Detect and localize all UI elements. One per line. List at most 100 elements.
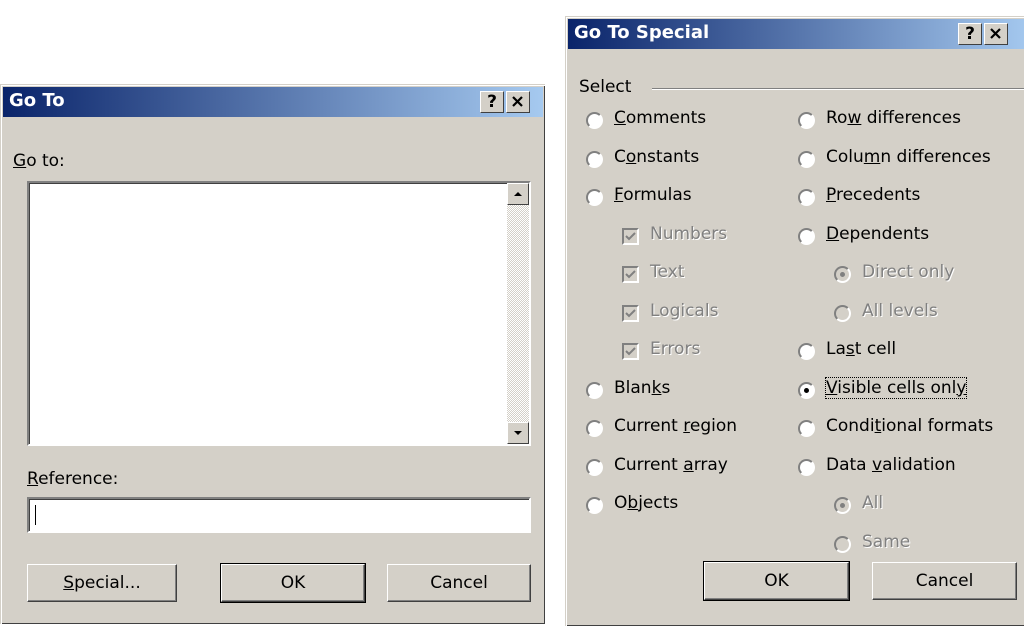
left-radio-0[interactable] xyxy=(586,112,603,129)
left-option-label-9[interactable]: Current array xyxy=(614,455,728,475)
label-part: Text xyxy=(650,262,685,282)
right-radio-8[interactable] xyxy=(798,420,815,437)
right-radio-9[interactable] xyxy=(798,458,815,476)
label-part: Ro xyxy=(826,108,848,128)
label-accel: y xyxy=(956,377,967,398)
label-accel: s xyxy=(845,339,855,359)
scroll-up-button[interactable] xyxy=(507,183,529,205)
label-part: ional formats xyxy=(881,416,994,436)
label-part: O xyxy=(614,493,628,513)
left-option-label-10[interactable]: Objects xyxy=(614,493,678,513)
checkmark-icon xyxy=(625,231,636,240)
left-option-label-5: Logicals xyxy=(650,301,718,321)
left-option-label-4: Text xyxy=(650,262,684,282)
left-checkbox-6 xyxy=(622,343,639,360)
right-radio-6[interactable] xyxy=(798,343,815,360)
arrow-up-icon xyxy=(514,192,522,196)
gs-cancel-button[interactable]: Cancel xyxy=(872,562,1017,600)
text-cursor xyxy=(35,505,36,525)
right-radio-7[interactable] xyxy=(798,381,815,399)
right-option-label-6[interactable]: Last cell xyxy=(826,339,896,359)
label-part: Numbers xyxy=(650,223,728,244)
left-checkbox-3 xyxy=(622,227,639,245)
right-radio-3[interactable] xyxy=(798,227,815,245)
label-part: Blan xyxy=(614,377,652,398)
label-part: egion xyxy=(689,416,738,436)
right-radio-2[interactable] xyxy=(798,189,815,206)
special-accel: S xyxy=(63,573,75,593)
left-option-label-8[interactable]: Current region xyxy=(614,416,737,436)
cancel-button[interactable]: Cancel xyxy=(387,564,531,602)
gs-titlebar[interactable]: Go To Special ? xyxy=(568,19,1024,49)
left-option-label-0[interactable]: Comments xyxy=(614,108,706,128)
listbox-scrollbar[interactable] xyxy=(507,183,529,444)
gs-help-button[interactable]: ? xyxy=(958,23,982,45)
checkmark-icon xyxy=(625,347,636,356)
right-option-label-1[interactable]: Column differences xyxy=(826,147,991,167)
radio-dot xyxy=(840,272,845,277)
group-label: Select xyxy=(579,77,632,97)
goto-label-accel: G xyxy=(13,151,27,171)
label-part: ormulas xyxy=(623,185,692,205)
left-option-label-1[interactable]: Constants xyxy=(614,147,699,167)
help-button[interactable]: ? xyxy=(480,91,504,113)
right-option-label-7[interactable]: Visible cells only xyxy=(824,376,968,399)
label-part: Colu xyxy=(826,146,864,167)
right-radio-0[interactable] xyxy=(798,112,815,129)
right-option-label-2[interactable]: Precedents xyxy=(826,185,920,205)
goto-titlebar[interactable]: Go To ? xyxy=(3,87,543,117)
goto-listbox[interactable] xyxy=(27,181,531,446)
close-button[interactable] xyxy=(506,91,530,113)
right-option-label-0[interactable]: Row differences xyxy=(826,108,961,128)
left-radio-2[interactable] xyxy=(586,189,603,206)
special-button[interactable]: Special... xyxy=(27,564,177,602)
label-part: isible cells onl xyxy=(837,377,957,398)
arrow-down-icon xyxy=(514,431,522,435)
label-part: omments xyxy=(625,108,707,128)
reference-label: Reference: xyxy=(27,469,118,489)
left-radio-8[interactable] xyxy=(586,420,603,437)
label-part: All xyxy=(862,493,884,513)
left-checkbox-4 xyxy=(622,266,639,283)
label-part: Condi xyxy=(826,416,875,436)
reference-input[interactable] xyxy=(27,497,531,533)
gs-ok-button[interactable]: OK xyxy=(703,561,850,601)
ok-button[interactable]: OK xyxy=(220,563,366,603)
left-radio-9[interactable] xyxy=(586,458,603,476)
left-radio-7[interactable] xyxy=(586,381,603,399)
label-accel: k xyxy=(651,377,662,398)
left-option-label-7[interactable]: Blanks xyxy=(614,378,670,398)
left-option-label-6: Errors xyxy=(650,339,700,359)
right-option-label-9[interactable]: Data validation xyxy=(826,455,956,475)
special-text: pecial... xyxy=(74,573,141,593)
label-part: La xyxy=(826,339,846,359)
reference-label-text: eference: xyxy=(38,469,119,489)
gs-title: Go To Special xyxy=(574,22,710,43)
label-accel: V xyxy=(826,377,838,398)
right-option-label-8[interactable]: Conditional formats xyxy=(826,416,993,436)
label-accel: P xyxy=(826,185,836,205)
close-icon xyxy=(990,28,1001,39)
label-part: Same xyxy=(862,531,911,552)
left-option-label-2[interactable]: Formulas xyxy=(614,185,692,205)
goto-special-dialog: Go To Special ? Select OK Cancel Comment… xyxy=(565,16,1024,626)
goto-title: Go To xyxy=(9,90,65,111)
label-part: Logicals xyxy=(650,300,719,321)
left-radio-10[interactable] xyxy=(586,497,603,514)
label-part: Current xyxy=(614,454,684,475)
left-radio-1[interactable] xyxy=(586,150,603,168)
group-divider xyxy=(652,88,1024,90)
right-option-label-10: All xyxy=(862,493,883,513)
scroll-down-button[interactable] xyxy=(507,422,529,444)
label-part: s xyxy=(661,377,671,398)
right-radio-1[interactable] xyxy=(798,150,815,168)
gs-close-button[interactable] xyxy=(984,23,1008,45)
checkmark-icon xyxy=(625,308,636,317)
right-option-label-3[interactable]: Dependents xyxy=(826,224,929,244)
close-icon xyxy=(512,96,523,107)
left-option-label-3: Numbers xyxy=(650,224,727,244)
right-radio-11 xyxy=(834,535,851,553)
right-radio-4 xyxy=(834,266,851,283)
label-accel: a xyxy=(683,454,694,475)
label-part: nstants xyxy=(636,146,700,167)
